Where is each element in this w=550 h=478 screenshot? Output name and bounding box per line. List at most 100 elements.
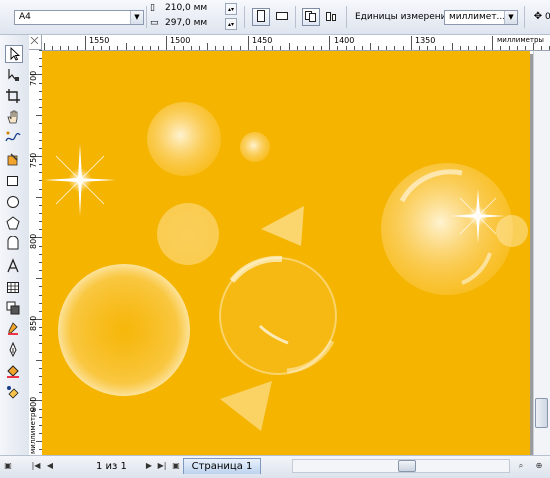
zoom-icon: ⌕ bbox=[518, 461, 524, 470]
ruler-label: 1450 bbox=[252, 36, 273, 45]
page-height-value: 297,0 мм bbox=[165, 18, 208, 28]
separator bbox=[346, 6, 347, 28]
vertical-ruler[interactable]: 700 750 800 850 900 миллиметры bbox=[29, 50, 43, 455]
last-page-icon: ▶| bbox=[157, 461, 167, 470]
shape-tool-button[interactable] bbox=[5, 67, 23, 85]
ruler-tick bbox=[304, 46, 306, 50]
ruler-tick bbox=[207, 43, 208, 50]
smart-fill-tool-button[interactable] bbox=[5, 151, 23, 169]
height-spinner[interactable]: ▴▾ bbox=[225, 18, 237, 30]
ruler-tick bbox=[296, 46, 298, 50]
ruler-tick bbox=[84, 36, 86, 50]
chevron-down-icon[interactable]: ▼ bbox=[130, 11, 143, 24]
ruler-tick bbox=[394, 46, 396, 50]
paper-size-select[interactable]: A4 ▼ bbox=[14, 10, 144, 25]
page-width-value: 210,0 мм bbox=[165, 3, 208, 13]
outline-tool-button[interactable] bbox=[5, 341, 23, 360]
height-icon: ▭ bbox=[150, 18, 159, 28]
ruler-label: 850 bbox=[29, 315, 38, 331]
horizontal-ruler[interactable]: 1550 1500 1450 1400 1350 миллиметры bbox=[42, 35, 550, 51]
separator bbox=[295, 6, 296, 28]
bubble-shape[interactable] bbox=[240, 132, 270, 162]
ruler-tick bbox=[223, 46, 225, 50]
last-page-button[interactable]: ▶| bbox=[156, 460, 168, 472]
page-height-field[interactable]: 297,0 мм bbox=[161, 18, 223, 31]
chevron-down-icon[interactable]: ▼ bbox=[504, 11, 517, 24]
vertical-scroll-thumb[interactable] bbox=[535, 398, 548, 428]
ruler-tick bbox=[288, 43, 290, 50]
interactive-tool-button[interactable] bbox=[5, 300, 23, 318]
add-page-before-button[interactable]: ▣ bbox=[2, 460, 14, 472]
crop-tool-button[interactable] bbox=[5, 88, 23, 106]
basic-shapes-tool-button[interactable] bbox=[5, 235, 23, 254]
table-tool-button[interactable] bbox=[5, 279, 23, 297]
interactive-fill-tool-button[interactable] bbox=[5, 384, 23, 402]
nudge-value-partial: 0 bbox=[545, 12, 550, 22]
current-page-button[interactable] bbox=[322, 8, 340, 26]
ruler-tick bbox=[337, 46, 339, 50]
pick-tool-button[interactable] bbox=[5, 45, 23, 63]
units-select[interactable]: миллимет... ▼ bbox=[444, 10, 518, 25]
page-tab[interactable]: Страница 1 bbox=[183, 458, 261, 474]
ruler-tick bbox=[541, 46, 543, 50]
page-width-field[interactable]: 210,0 мм bbox=[161, 3, 223, 16]
toolbox bbox=[0, 35, 30, 455]
all-pages-icon bbox=[305, 11, 316, 22]
first-page-button[interactable]: |◀ bbox=[30, 460, 42, 472]
ruler-tick bbox=[484, 46, 486, 50]
width-icon: ▯ bbox=[150, 3, 155, 13]
ruler-tick bbox=[427, 46, 429, 50]
bubble-shape[interactable] bbox=[147, 102, 221, 176]
eyedropper-tool-button[interactable] bbox=[5, 321, 23, 339]
portrait-button[interactable] bbox=[252, 8, 270, 26]
ruler-unit-label: миллиметры bbox=[29, 407, 37, 454]
fill-tool-button[interactable] bbox=[5, 363, 23, 381]
ruler-tick bbox=[215, 46, 217, 50]
ellipse-tool-icon bbox=[7, 196, 19, 208]
ruler-tick bbox=[378, 46, 380, 50]
previous-page-icon: ◀ bbox=[46, 461, 54, 470]
page-canvas[interactable] bbox=[42, 51, 530, 455]
ruler-label: 1400 bbox=[334, 36, 355, 45]
bubble-shape[interactable] bbox=[58, 264, 190, 396]
previous-page-button[interactable]: ◀ bbox=[44, 460, 56, 472]
ruler-label: 750 bbox=[29, 152, 38, 168]
next-page-icon: ▶ bbox=[145, 461, 153, 470]
width-spinner[interactable]: ▴▾ bbox=[225, 3, 237, 15]
rectangle-tool-button[interactable] bbox=[5, 173, 23, 191]
ruler-tick bbox=[44, 43, 45, 50]
horizontal-scroll-thumb[interactable] bbox=[398, 460, 416, 472]
text-tool-button[interactable] bbox=[5, 258, 23, 276]
glass-sphere-shape[interactable] bbox=[219, 255, 337, 375]
ruler-tick bbox=[321, 46, 323, 50]
table-tool-icon bbox=[7, 282, 19, 293]
navigator-icon: ⊕ bbox=[535, 461, 543, 470]
navigator-button[interactable]: ⊕ bbox=[533, 460, 545, 472]
add-page-after-button[interactable]: ▣ bbox=[170, 460, 182, 472]
landscape-button[interactable] bbox=[273, 8, 291, 26]
freehand-tool-icon bbox=[5, 131, 21, 142]
crop-tool-icon bbox=[6, 89, 20, 103]
polygon-tool-button[interactable] bbox=[5, 215, 23, 233]
outline-pen-tool-icon bbox=[9, 341, 17, 358]
ruler-tick bbox=[459, 46, 461, 50]
nudge-arrows-icon: ✥ bbox=[533, 11, 543, 22]
all-pages-button[interactable] bbox=[302, 8, 320, 26]
ellipse-tool-button[interactable] bbox=[5, 194, 23, 212]
vertical-scrollbar[interactable] bbox=[533, 51, 550, 455]
ruler-tick bbox=[141, 46, 143, 50]
ruler-origin-corner[interactable] bbox=[29, 35, 42, 50]
page-counter: 1 из 1 bbox=[96, 461, 127, 472]
ruler-tick bbox=[418, 46, 420, 50]
smart-fill-tool-icon bbox=[7, 153, 18, 166]
zoom-navigator-button[interactable]: ⌕ bbox=[515, 460, 527, 472]
pan-tool-button[interactable] bbox=[5, 109, 23, 127]
ruler-tick bbox=[247, 36, 249, 50]
ruler-tick bbox=[231, 46, 233, 50]
ruler-origin-icon bbox=[30, 36, 39, 45]
page-tab-label: Страница 1 bbox=[191, 461, 253, 472]
ruler-label: 1500 bbox=[170, 36, 191, 45]
bubble-shape[interactable] bbox=[157, 203, 219, 265]
freehand-tool-button[interactable] bbox=[5, 130, 23, 148]
next-page-button[interactable]: ▶ bbox=[143, 460, 155, 472]
